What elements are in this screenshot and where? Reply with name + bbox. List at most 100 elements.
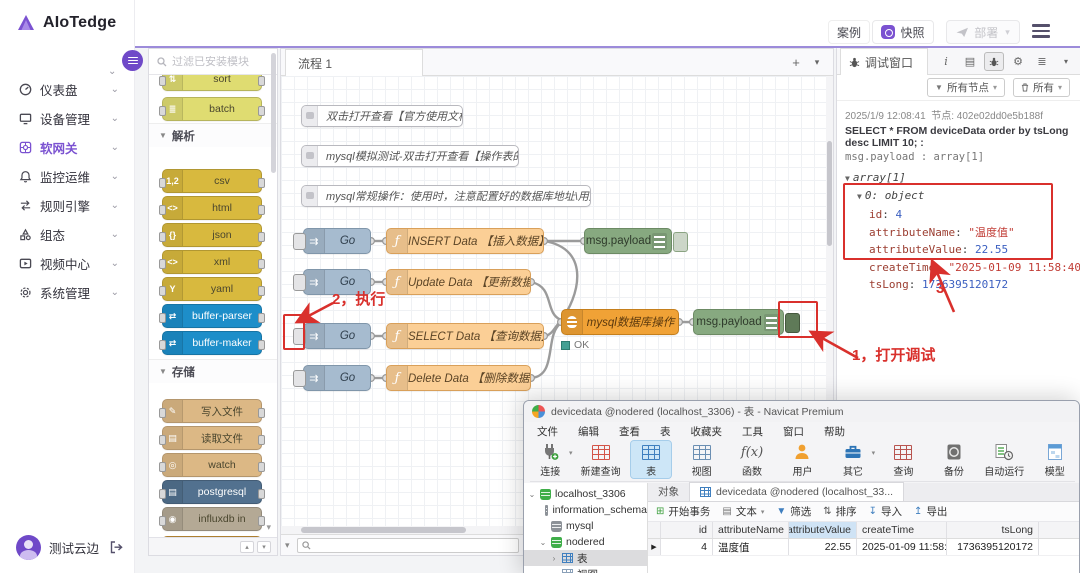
column-header-id[interactable]: id — [661, 522, 713, 538]
tree-item-视图[interactable]: ›视图 — [524, 566, 647, 573]
navicat-menu-工具[interactable]: 工具 — [733, 422, 772, 441]
debug-node[interactable]: msg.payload — [584, 228, 672, 254]
flow-list-caret-icon[interactable]: ▾ — [809, 54, 825, 72]
inject-run-button[interactable] — [293, 274, 306, 291]
sidebar-item-scada[interactable]: 组态⌄ — [0, 221, 135, 247]
palette-scroll-down-icon[interactable]: ▾ — [266, 522, 271, 533]
tree-collapse-icon[interactable]: ▼ — [845, 174, 850, 183]
table-toolbar-筛选[interactable]: ▼筛选 — [776, 504, 811, 519]
palette-section-header[interactable]: ▼解析 — [149, 123, 277, 147]
navicat-tool-模型[interactable]: 模型 — [1035, 441, 1075, 478]
inject-node[interactable]: ⇉Go — [303, 228, 371, 254]
palette-node-batch[interactable]: ≣batch — [162, 97, 262, 121]
navicat-tab[interactable]: devicedata @nodered (localhost_33... — [689, 482, 904, 501]
deploy-button[interactable]: 部署 ▾ — [946, 20, 1020, 44]
sidebar-item-dashboard[interactable]: 仪表盘⌄ — [0, 76, 135, 102]
debug-bug-icon[interactable] — [984, 52, 1004, 71]
tree-item-localhost_3306[interactable]: ⌄localhost_3306 — [524, 486, 647, 502]
context-list-icon[interactable]: ≣ — [1032, 52, 1052, 71]
palette-node-html[interactable]: <>html — [162, 196, 262, 220]
navicat-tab[interactable]: 对象 — [648, 482, 689, 501]
info-icon[interactable]: i — [936, 52, 956, 71]
navicat-tool-连接[interactable]: 连接▾ — [530, 441, 570, 478]
debug-toggle-button[interactable] — [785, 313, 800, 333]
debug-node[interactable]: msg.payload — [693, 309, 784, 335]
navicat-menu-文件[interactable]: 文件 — [528, 422, 567, 441]
tree-expand-icon[interactable]: ⌄ — [539, 538, 547, 547]
sidebar-item-device-mgmt[interactable]: 设备管理⌄ — [0, 105, 135, 131]
inject-node[interactable]: ⇉Go — [303, 269, 371, 295]
palette-node-xml[interactable]: <>xml — [162, 250, 262, 274]
config-gear-icon[interactable]: ⚙ — [1008, 52, 1028, 71]
chevron-down-icon[interactable]: ▾ — [872, 449, 876, 457]
tree-item-mysql[interactable]: mysql — [524, 518, 647, 534]
navicat-menu-查看[interactable]: 查看 — [610, 422, 649, 441]
palette-node-watch[interactable]: ◎watch — [162, 453, 262, 477]
json-tree-row[interactable]: ▼0: object — [845, 187, 1072, 205]
tree-expand-icon[interactable]: ⌄ — [528, 490, 536, 499]
navicat-tool-自动运行[interactable]: 自动运行 — [984, 441, 1024, 478]
palette-node-buffer-parser[interactable]: ⇄buffer-parser — [162, 304, 262, 328]
palette-node-postgresql[interactable]: ▤postgresql — [162, 480, 262, 504]
mysql-node[interactable]: mysql数据库操作 — [561, 309, 679, 335]
function-node[interactable]: ƒINSERT Data 【插入数据】 — [386, 228, 544, 254]
function-node[interactable]: ƒDelete Data 【删除数据】 — [386, 365, 531, 391]
palette-search-input[interactable] — [172, 56, 262, 68]
canvas-search-input[interactable] — [315, 540, 518, 551]
navicat-tool-新建查询[interactable]: 新建查询 — [580, 441, 620, 478]
function-node[interactable]: ƒSELECT Data 【查询数据】 — [386, 323, 544, 349]
sidebar-item-system-mgmt[interactable]: 系统管理⌄ — [0, 279, 135, 305]
chevron-down-icon[interactable]: ▾ — [1005, 27, 1010, 38]
palette-node-写入文件[interactable]: ✎写入文件 — [162, 399, 262, 423]
table-row[interactable]: ▶4温度值22.552025-01-09 11:58:4017363951201… — [648, 539, 1079, 556]
sidebar-item-rule-engine[interactable]: 规则引擎⌄ — [0, 192, 135, 218]
snapshot-button[interactable]: 快照 — [872, 20, 934, 44]
tab-flow-1[interactable]: 流程 1 — [285, 49, 423, 76]
palette-node-sort[interactable]: ⇅sort — [162, 75, 262, 91]
sidebar-item-monitor-ops[interactable]: 监控运维⌄ — [0, 163, 135, 189]
navicat-tool-其它[interactable]: 其它▾ — [833, 441, 873, 478]
table-toolbar-导出[interactable]: ↥导出 — [914, 504, 947, 519]
tree-item-nodered[interactable]: ⌄nodered — [524, 534, 647, 550]
navicat-menu-窗口[interactable]: 窗口 — [774, 422, 813, 441]
inject-run-button[interactable] — [293, 370, 306, 387]
comment-node[interactable]: mysql模拟测试-双击打开查看【操作表的结构】 — [301, 145, 519, 167]
logout-icon[interactable] — [110, 541, 123, 554]
palette-node-读取文件[interactable]: ▤读取文件 — [162, 426, 262, 450]
main-menu-button[interactable] — [1032, 24, 1050, 38]
tree-item-information_schema[interactable]: information_schema — [524, 502, 647, 518]
json-tree-row[interactable]: ▼array[1] — [845, 169, 1072, 187]
sidebar-item-video-center[interactable]: 视频中心⌄ — [0, 250, 135, 276]
chevron-down-icon[interactable]: ▾ — [569, 449, 573, 457]
inject-run-button[interactable] — [293, 328, 306, 345]
function-node[interactable]: ƒUpdate Data 【更新数据】 — [386, 269, 531, 295]
navicat-tool-视图[interactable]: 视图 — [681, 441, 721, 478]
chevron-down-icon[interactable]: ▾ — [1056, 52, 1076, 71]
palette-node-csv[interactable]: 1,2csv — [162, 169, 262, 193]
inject-node[interactable]: ⇉Go — [303, 323, 371, 349]
clear-all-button[interactable]: 所有 ▾ — [1013, 78, 1070, 97]
tab-debug-window[interactable]: 调试窗口 — [840, 48, 928, 75]
sidebar-item-soft-gateway[interactable]: 软网关⌄ — [0, 134, 135, 160]
comment-node[interactable]: mysql常规操作：使用时，注意配置好的数据库地址\用户名\密码 — [301, 185, 591, 207]
inject-node[interactable]: ⇉Go — [303, 365, 371, 391]
add-flow-button[interactable]: + — [787, 54, 805, 72]
navicat-titlebar[interactable]: devicedata @nodered (localhost_3306) - 表… — [524, 401, 1079, 422]
palette-collapse-down-button[interactable]: ▾ — [257, 541, 271, 553]
case-button[interactable]: 案例 — [828, 20, 870, 44]
help-book-icon[interactable]: ▤ — [960, 52, 980, 71]
navicat-tool-查询[interactable]: 查询 — [883, 441, 923, 478]
column-header-tsLong[interactable]: tsLong — [947, 522, 1039, 538]
navicat-menu-编辑[interactable]: 编辑 — [569, 422, 608, 441]
navicat-tool-用户[interactable]: 用户 — [782, 441, 822, 478]
navicat-menu-收藏夹[interactable]: 收藏夹 — [682, 422, 732, 441]
tree-collapse-icon[interactable]: ▼ — [857, 192, 862, 201]
palette-section-header[interactable]: ▼存储 — [149, 359, 277, 383]
navicat-menu-表[interactable]: 表 — [651, 422, 680, 441]
avatar[interactable] — [16, 535, 41, 560]
navicat-tool-表[interactable]: 表 — [631, 441, 671, 478]
palette-node-influxdb in[interactable]: ◉influxdb in — [162, 507, 262, 531]
debug-toggle-button[interactable] — [673, 232, 688, 252]
palette-node-buffer-maker[interactable]: ⇄buffer-maker — [162, 331, 262, 355]
navicat-window[interactable]: devicedata @nodered (localhost_3306) - 表… — [523, 400, 1080, 573]
